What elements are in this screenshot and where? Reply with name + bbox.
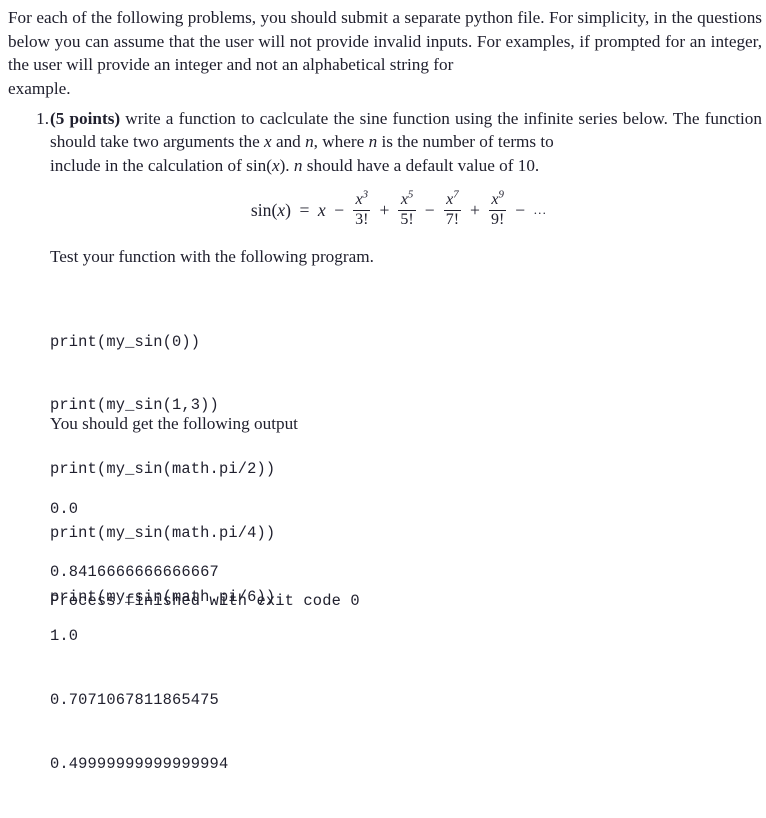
variable-n: n [305, 132, 314, 152]
formula-equals: = [299, 199, 310, 220]
intro-line-1: For each of the following problems, you … [8, 8, 668, 27]
fraction-numerator-4: x9 [491, 188, 504, 208]
formula-fraction-3: x7 7! [440, 188, 465, 229]
formula-fraction-2: x5 5! [394, 188, 419, 229]
problem-line3-c: should have a default value of 10. [302, 155, 540, 175]
fraction-denominator-2: 5! [400, 210, 414, 228]
output-line: 0.8416666666666667 [50, 563, 219, 582]
fraction-denominator-4: 9! [490, 210, 505, 228]
output-prompt-text: You should get the following output [50, 414, 298, 433]
output-line: 0.49999999999999994 [50, 755, 229, 774]
fraction-numerator-2: x5 [400, 188, 414, 208]
formula-fraction-4: x9 9! [485, 188, 510, 229]
variable-x: x [264, 132, 272, 152]
code-line: print(my_sin(0)) [50, 332, 201, 351]
problem-line2-d: is the number of terms to [377, 132, 554, 152]
problem-line2-c: , where [313, 132, 369, 152]
formula-tail-sign: − [515, 199, 526, 220]
list-marker: 1. [36, 109, 49, 128]
exit-message: Process finished with exit code 0 [50, 592, 360, 610]
output-line: 1.0 [50, 627, 79, 646]
fraction-denominator-3: 7! [445, 210, 460, 228]
formula-sign-3: − [424, 199, 435, 220]
formula-term-x: x [317, 199, 326, 220]
sine-series-formula: sin(x) = x − x3 3! + x5 5! − x7 7! + x9 … [0, 188, 766, 229]
variable-n-3: n [293, 155, 303, 175]
intro-line-4: example. [8, 78, 71, 98]
variable-x-2: x [271, 155, 280, 175]
expected-output-block: 0.0 0.8416666666666667 1.0 0.70710678118… [50, 456, 228, 818]
document-page: For each of the following problems, you … [0, 0, 766, 773]
fraction-denominator-1: 3! [355, 210, 369, 228]
points-label: (5 points) [50, 109, 121, 128]
test-prompt-text: Test your function with the following pr… [50, 247, 374, 266]
formula-fraction-1: x3 3! [349, 188, 374, 229]
variable-n-2: n [368, 132, 378, 152]
formula-lhs-var: x [277, 199, 286, 220]
problem-line3: include in the calculation of sin(x). n … [50, 154, 762, 177]
problem-body: (5 points) write a function to caclculat… [50, 107, 762, 177]
problem-line2-b: and [271, 132, 306, 152]
formula-lhs: sin(x) [250, 199, 291, 220]
output-line: 0.0 [50, 499, 79, 518]
fraction-numerator-1: x3 [355, 188, 369, 208]
fraction-numerator-3: x7 [446, 188, 459, 208]
problem-line3-b: ). [279, 155, 294, 175]
output-line: 0.7071067811865475 [50, 691, 219, 710]
formula-sign-1: − [334, 199, 345, 220]
formula-ellipsis: ... [533, 202, 548, 218]
intro-paragraph: For each of the following problems, you … [8, 6, 762, 100]
problem-item-1: 1. (5 points) write a function to caclcu… [29, 107, 762, 177]
problem-line1-text: write a function to caclculate the sine … [120, 109, 668, 128]
formula-sign-4: + [470, 199, 480, 220]
problem-line3-a: include in the calculation of sin( [50, 155, 272, 175]
formula-sign-2: + [379, 199, 390, 220]
